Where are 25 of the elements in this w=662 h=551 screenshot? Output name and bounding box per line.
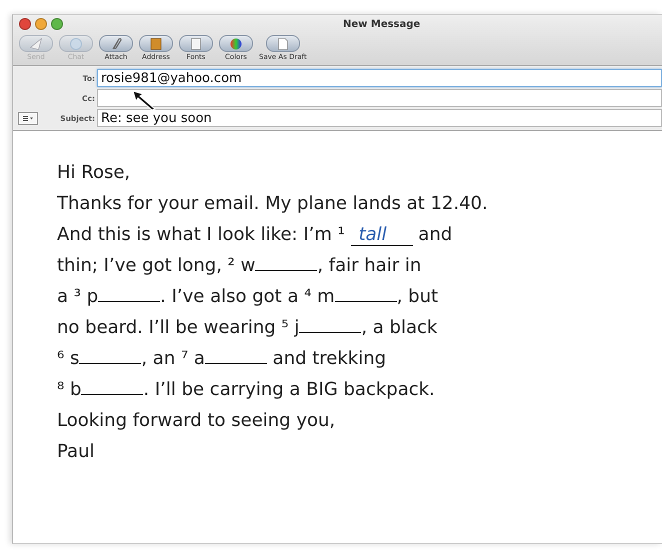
color-wheel-icon <box>230 38 242 50</box>
zoom-button[interactable] <box>51 18 63 30</box>
message-line: Looking forward to seeing you, <box>57 409 336 433</box>
message-line: thin; I’ve got long, ² w , fair hair in <box>57 254 422 278</box>
paperclip-icon <box>110 38 122 50</box>
close-button[interactable] <box>19 18 31 30</box>
window-title: New Message <box>343 18 420 30</box>
menu-button[interactable] <box>18 112 38 124</box>
message-line: a ³ p . I’ve also got a ⁴ m , but <box>57 285 440 309</box>
message-line: ⁸ b . I’ll be carrying a BIG backpack. <box>57 378 436 402</box>
speech-bubble-icon <box>70 38 82 50</box>
minimize-button[interactable] <box>35 18 47 30</box>
message-line: no beard. I’ll be wearing ⁵ j , a black <box>57 316 438 340</box>
message-line: Thanks for your email. My plane lands at 12.40. <box>57 192 489 216</box>
mouse-pointer-icon <box>131 89 157 111</box>
message-line: Paul <box>57 440 96 464</box>
message-line: Hi Rose, <box>57 161 132 185</box>
message-line: ⁶ s , an ⁷ a and trekking <box>57 347 388 371</box>
to-field[interactable]: rosie981@yahoo.com <box>97 69 662 87</box>
list-icon <box>22 114 34 122</box>
document-icon <box>276 38 289 50</box>
message-line: And this is what I look like: I’m ¹ tall and <box>57 223 454 248</box>
paper-plane-icon <box>30 38 42 50</box>
subject-field[interactable]: Re: see you soon <box>97 109 662 127</box>
cc-field[interactable] <box>97 89 662 107</box>
